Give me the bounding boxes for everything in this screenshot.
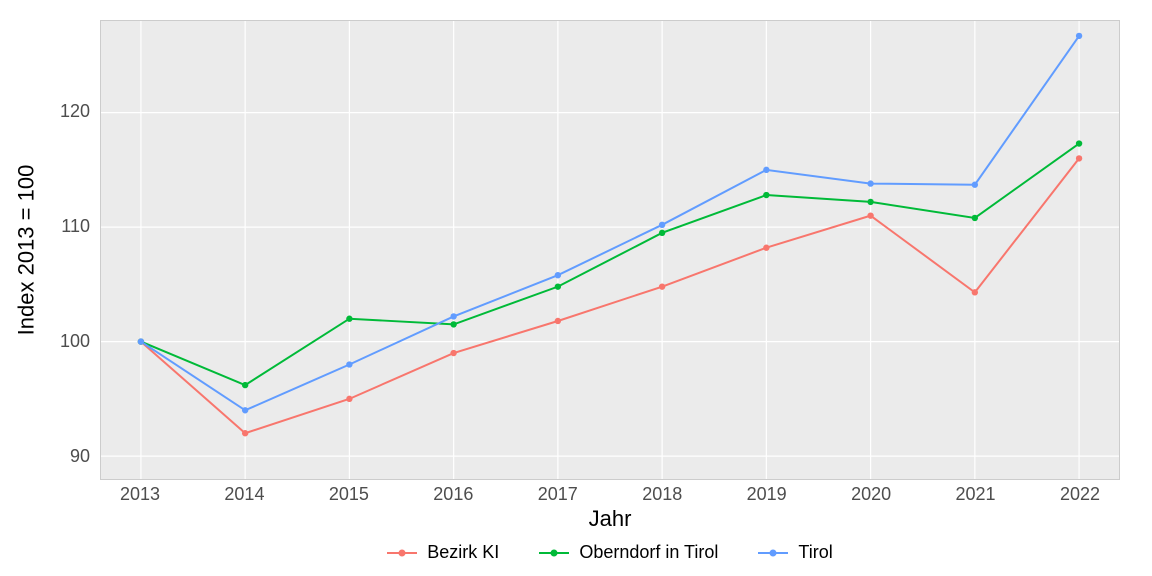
y-tick-label: 110 bbox=[0, 216, 90, 237]
x-tick-label: 2016 bbox=[423, 484, 483, 505]
x-tick-label: 2013 bbox=[110, 484, 170, 505]
chart-container: Index 2013 = 100 90 100 110 120 2013 2014 201… bbox=[0, 0, 1152, 576]
x-tick-label: 2017 bbox=[528, 484, 588, 505]
legend-label: Oberndorf in Tirol bbox=[579, 542, 718, 563]
x-axis-title: Jahr bbox=[100, 506, 1120, 532]
series-lines bbox=[141, 36, 1079, 433]
series-points bbox=[138, 33, 1083, 437]
legend-item: Tirol bbox=[758, 542, 832, 563]
y-tick-label: 90 bbox=[0, 446, 90, 467]
x-tick-label: 2022 bbox=[1050, 484, 1110, 505]
legend-label: Tirol bbox=[798, 542, 832, 563]
legend-swatch bbox=[539, 552, 569, 554]
legend-dot bbox=[399, 549, 406, 556]
x-tick-label: 2014 bbox=[214, 484, 274, 505]
x-tick-label: 2021 bbox=[946, 484, 1006, 505]
x-tick-label: 2020 bbox=[841, 484, 901, 505]
grid-horizontal bbox=[101, 113, 1119, 457]
plot-svg bbox=[101, 21, 1119, 479]
legend-swatch bbox=[758, 552, 788, 554]
x-tick-label: 2015 bbox=[319, 484, 379, 505]
legend-item: Bezirk KI bbox=[387, 542, 499, 563]
legend-item: Oberndorf in Tirol bbox=[539, 542, 718, 563]
x-tick-label: 2018 bbox=[632, 484, 692, 505]
legend-label: Bezirk KI bbox=[427, 542, 499, 563]
y-tick-label: 120 bbox=[0, 101, 90, 122]
legend-dot bbox=[551, 549, 558, 556]
legend-dot bbox=[770, 549, 777, 556]
legend-swatch bbox=[387, 552, 417, 554]
x-tick-label: 2019 bbox=[737, 484, 797, 505]
y-axis-title-text: Index 2013 = 100 bbox=[13, 165, 39, 336]
y-tick-label: 100 bbox=[0, 331, 90, 352]
y-axis-title: Index 2013 = 100 bbox=[12, 0, 40, 500]
x-axis-title-text: Jahr bbox=[589, 506, 632, 531]
legend: Bezirk KI Oberndorf in Tirol Tirol bbox=[100, 542, 1120, 563]
plot-panel bbox=[100, 20, 1120, 480]
